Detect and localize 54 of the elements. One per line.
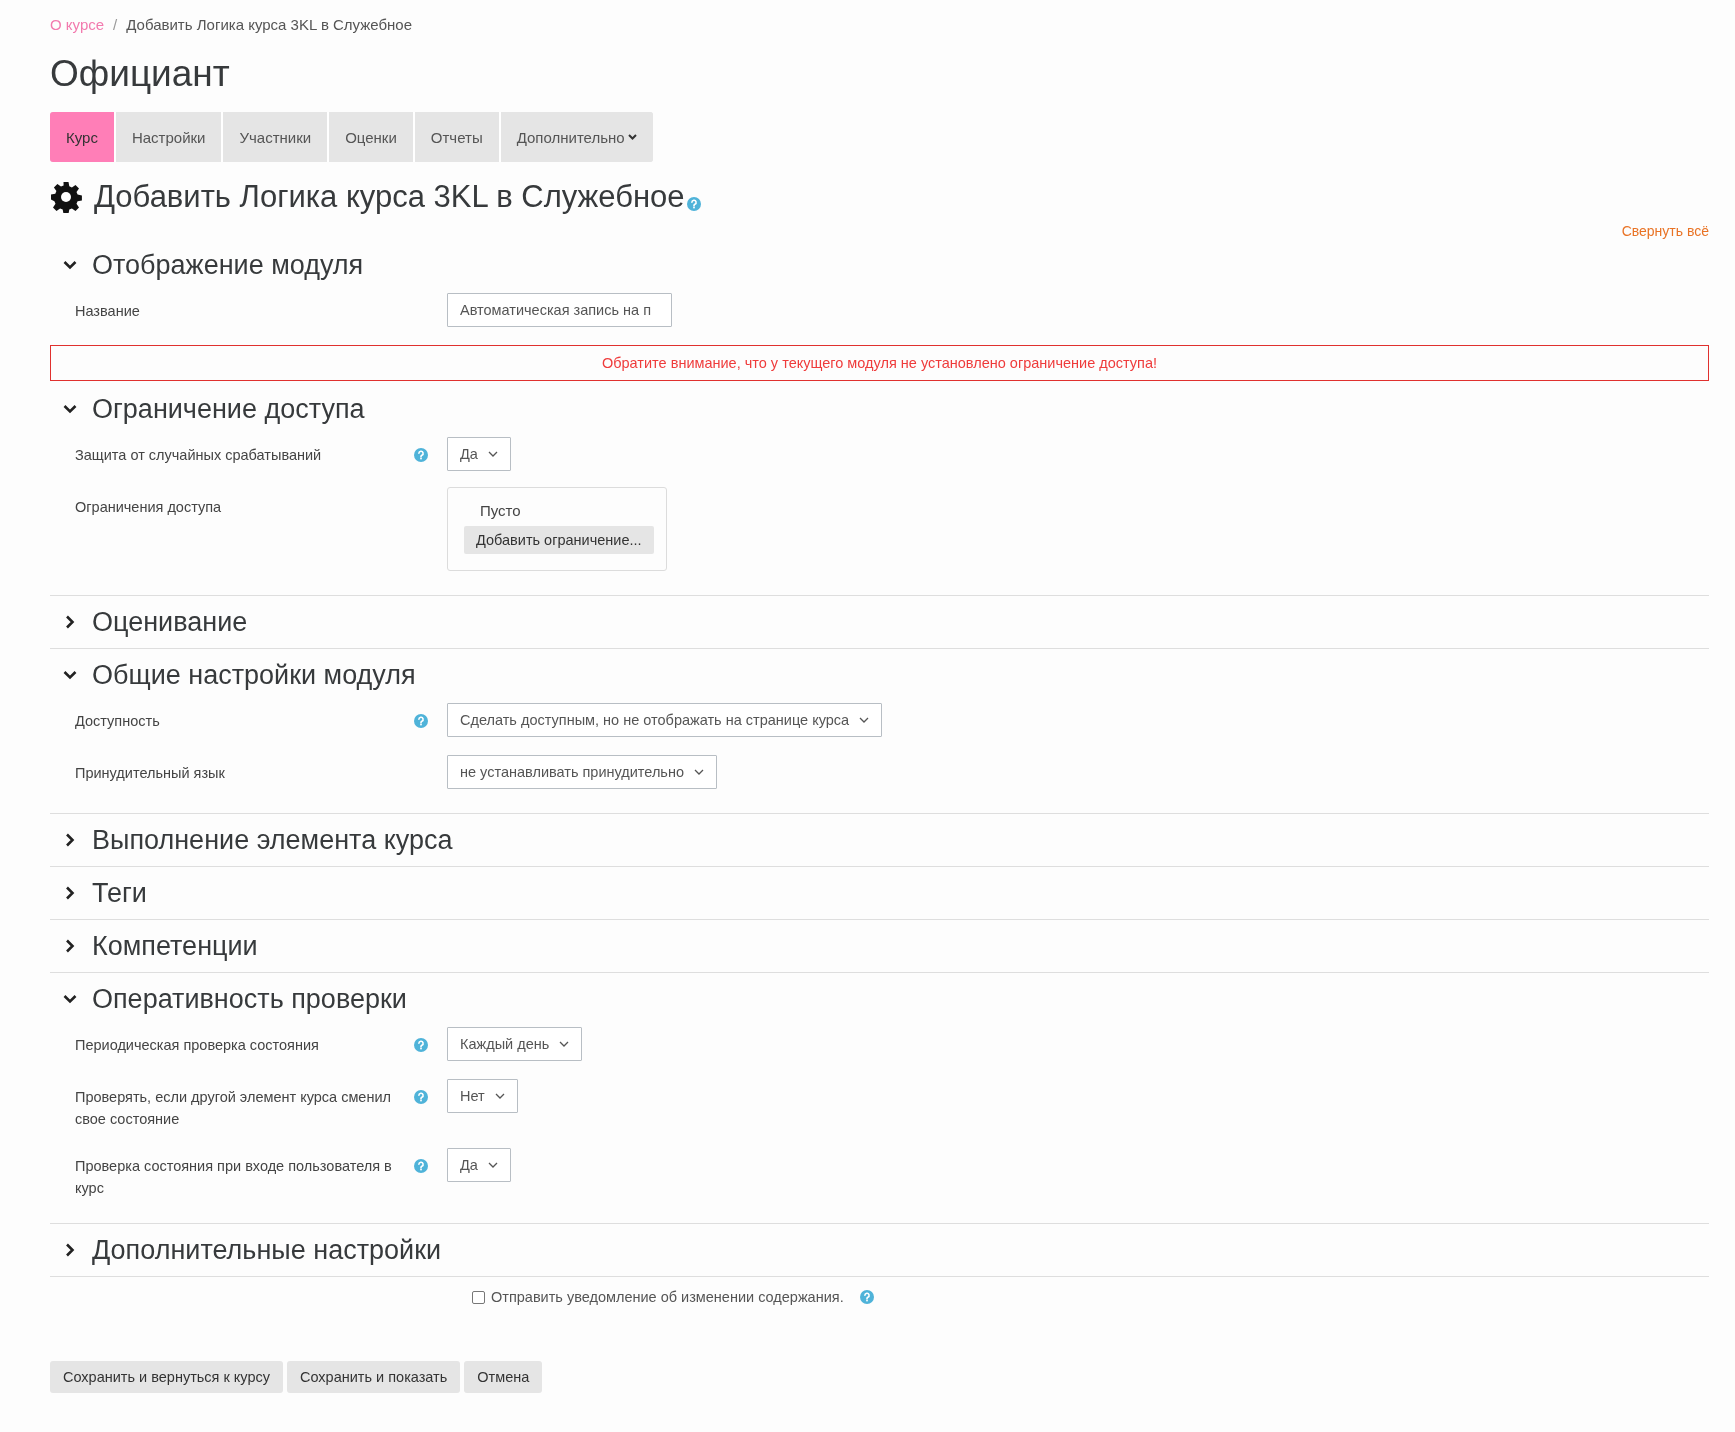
select-dropdown[interactable]: Да	[447, 1148, 511, 1182]
select-dropdown[interactable]: Каждый день	[447, 1027, 583, 1061]
section-title[interactable]: Общие настройки модуля	[92, 659, 416, 691]
field-label: Проверка состояния при входе пользователя в курс	[74, 1157, 393, 1198]
field-label: Принудительный язык	[74, 764, 226, 783]
checkbox[interactable]	[472, 1290, 485, 1304]
field-label: Периодическая проверка состояния	[74, 1036, 320, 1055]
section-title[interactable]: Отображение модуля	[92, 249, 364, 281]
section-title[interactable]: Компетенции	[92, 930, 258, 962]
gear-icon	[50, 181, 82, 213]
select-dropdown[interactable]: Нет	[447, 1079, 518, 1113]
form-heading: Добавить Логика курса 3KL в Служебное	[94, 179, 685, 215]
caret-icon	[559, 1041, 570, 1047]
select-dropdown[interactable]: Сделать доступным, но не отображать на странице курса	[447, 703, 883, 737]
field-label: Проверять, если другой элемент курса сменил свое состояние	[74, 1088, 392, 1129]
field-label: Ограничения доступа	[74, 498, 223, 517]
checkbox-label[interactable]: Отправить уведомление об изменении содержания.	[491, 1289, 844, 1305]
section-title[interactable]: Оценивание	[92, 606, 248, 638]
chevron-down-icon[interactable]	[63, 260, 77, 270]
chevron-down-icon[interactable]	[63, 994, 77, 1004]
form-button[interactable]: Сохранить и показать	[287, 1361, 461, 1393]
section-title[interactable]: Теги	[92, 877, 147, 909]
empty-text: Пусто	[479, 502, 522, 519]
field-label: Доступность	[74, 712, 161, 731]
caret-icon	[494, 1093, 505, 1099]
chevron-down-icon[interactable]	[63, 404, 77, 414]
section-title[interactable]: Оперативность проверки	[92, 983, 407, 1015]
chevron-right-icon[interactable]	[65, 886, 75, 900]
chevron-right-icon[interactable]	[65, 1243, 75, 1257]
caret-icon	[487, 451, 498, 457]
dropdown-caret-icon	[627, 134, 637, 140]
section-title[interactable]: Ограничение доступа	[92, 393, 365, 425]
add-restriction-button[interactable]: Добавить ограничение...	[464, 526, 654, 554]
field-label: Название	[74, 302, 141, 321]
form-button[interactable]: Сохранить и вернуться к курсу	[50, 1361, 283, 1393]
chevron-down-icon[interactable]	[63, 670, 77, 680]
name-input-field[interactable]: Автоматическая запись на п	[447, 293, 672, 327]
caret-icon	[487, 1162, 498, 1168]
chevron-right-icon[interactable]	[65, 833, 75, 847]
caret-icon	[694, 769, 704, 775]
caret-icon	[859, 717, 870, 723]
chevron-right-icon[interactable]	[65, 615, 75, 629]
field-label: Защита от случайных срабатываний	[74, 446, 323, 465]
form-button[interactable]: Отмена	[464, 1361, 543, 1393]
section-title[interactable]: Выполнение элемента курса	[92, 824, 453, 856]
page-title: Официант	[50, 52, 230, 96]
select-dropdown[interactable]: Да	[447, 437, 511, 471]
breadcrumb-separator: /	[113, 15, 118, 33]
nav-tab[interactable]: Курс	[50, 112, 116, 162]
breadcrumb-current: Добавить Логика курса 3KL в Служебное	[126, 15, 413, 33]
select-dropdown[interactable]: не устанавливать принудительно	[447, 755, 717, 789]
warning-message: Обратите внимание, что у текущего модуля не установлено ограничение доступа!	[50, 345, 1709, 381]
chevron-right-icon[interactable]	[65, 939, 75, 953]
section-title[interactable]: Дополнительные настройки	[92, 1234, 442, 1266]
